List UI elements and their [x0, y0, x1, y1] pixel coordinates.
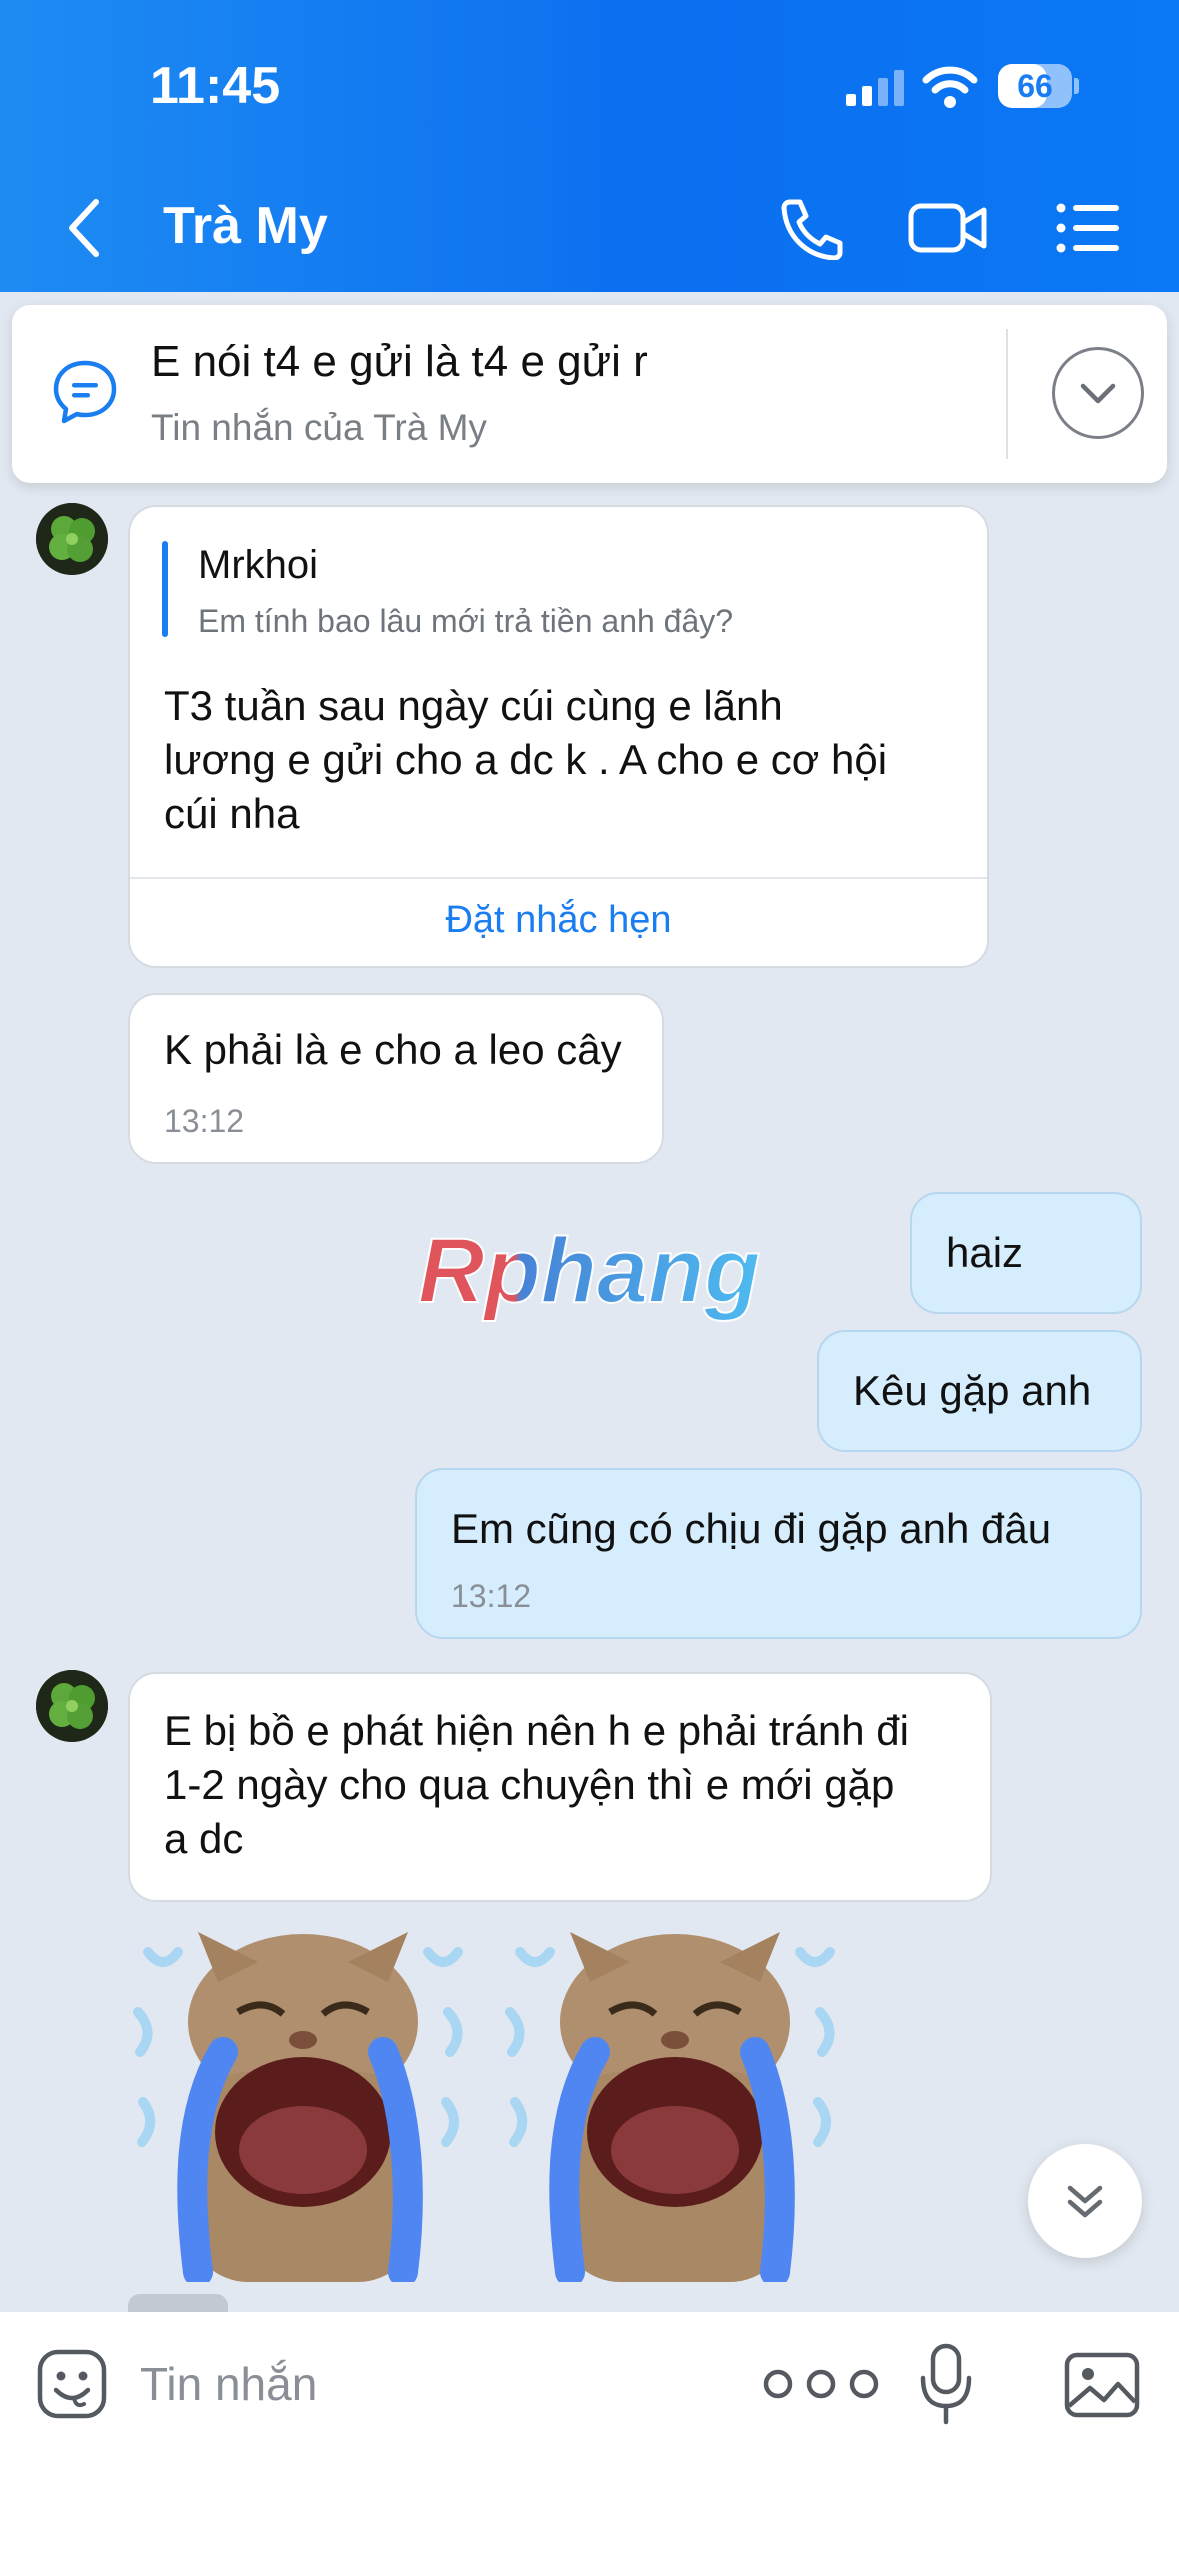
cellular-signal-icon [846, 70, 904, 106]
pinned-message-text: E nói t4 e gửi là t4 e gửi r [151, 337, 648, 386]
avatar[interactable] [36, 503, 108, 575]
incoming-message-bubble[interactable]: K phải là e cho a leo cây 13:12 [128, 993, 664, 1164]
message-text-line: 1-2 ngày cho qua chuyện thì e mới gặp [164, 1761, 895, 1808]
outgoing-message-bubble[interactable]: Kêu gặp anh [817, 1330, 1142, 1452]
message-input-bar [0, 2312, 1179, 2556]
message-text-line: T3 tuần sau ngày cúi cùng e lãnh [164, 682, 783, 729]
message-text-line: cúi nha [164, 790, 300, 837]
message-text: Kêu gặp anh [853, 1367, 1092, 1414]
message-input[interactable] [140, 2352, 720, 2416]
divider [1006, 329, 1008, 459]
outgoing-message-bubble[interactable]: Em cũng có chịu đi gặp anh đâu 13:12 [415, 1468, 1142, 1639]
crying-cat-sticker[interactable] [500, 1922, 850, 2282]
more-options-icon[interactable] [758, 2362, 884, 2406]
chevron-down-icon [1080, 383, 1116, 404]
wifi-icon [922, 66, 978, 108]
contact-name[interactable]: Trà My [163, 196, 328, 256]
clover-icon [36, 1670, 108, 1742]
menu-list-icon[interactable] [1055, 200, 1121, 256]
partially-hidden-time [128, 2294, 228, 2312]
microphone-icon[interactable] [918, 2342, 974, 2426]
battery-icon: 66 [998, 64, 1079, 108]
avatar[interactable] [36, 1670, 108, 1742]
incoming-message-bubble[interactable]: E bị bồ e phát hiện nên h e phải tránh đ… [128, 1672, 992, 1902]
message-time: 13:12 [164, 1103, 245, 1139]
video-call-icon[interactable] [908, 198, 988, 258]
svg-text:Rphang: Rphang [418, 1220, 760, 1322]
divider [130, 877, 987, 879]
message-time: 13:12 [451, 1578, 532, 1614]
sticker-emoji-icon[interactable] [36, 2348, 108, 2420]
expand-pinned-button[interactable] [1052, 347, 1144, 439]
pinned-message-author: Tin nhắn của Trà My [151, 407, 487, 448]
image-gallery-icon[interactable] [1064, 2352, 1140, 2418]
reply-message-bubble[interactable]: Mrkhoi Em tính bao lâu mới trả tiền anh … [128, 505, 989, 968]
message-bubble-icon [53, 360, 117, 424]
quote-bar [162, 541, 168, 637]
clover-icon [36, 503, 108, 575]
watermark-logo: Rphang [417, 1220, 761, 1323]
set-reminder-link[interactable]: Đặt nhắc hẹn [130, 899, 987, 942]
crying-cat-sticker[interactable] [128, 1922, 478, 2282]
back-button[interactable] [58, 196, 114, 260]
status-time: 11:45 [150, 57, 281, 115]
pinned-message-banner[interactable]: E nói t4 e gửi là t4 e gửi r Tin nhắn củ… [12, 305, 1167, 483]
message-text-line: a dc [164, 1815, 244, 1862]
battery-level: 66 [1017, 68, 1053, 104]
message-text-line: lương e gửi cho a dc k . A cho e cơ hội [164, 736, 888, 783]
double-chevron-down-icon [1067, 2185, 1103, 2218]
message-text-line: E bị bồ e phát hiện nên h e phải tránh đ… [164, 1707, 909, 1754]
message-text: Em cũng có chịu đi gặp anh đâu [451, 1505, 1052, 1552]
quoted-text: Em tính bao lâu mới trả tiền anh đây? [198, 603, 734, 639]
quoted-author: Mrkhoi [198, 543, 319, 587]
message-text: K phải là e cho a leo cây [164, 1026, 622, 1073]
chat-header: 11:45 66 Trà My [0, 0, 1179, 292]
outgoing-message-bubble[interactable]: haiz [910, 1192, 1142, 1314]
phone-icon[interactable] [776, 196, 848, 260]
message-text: haiz [946, 1229, 1024, 1276]
scroll-to-bottom-button[interactable] [1028, 2144, 1142, 2258]
